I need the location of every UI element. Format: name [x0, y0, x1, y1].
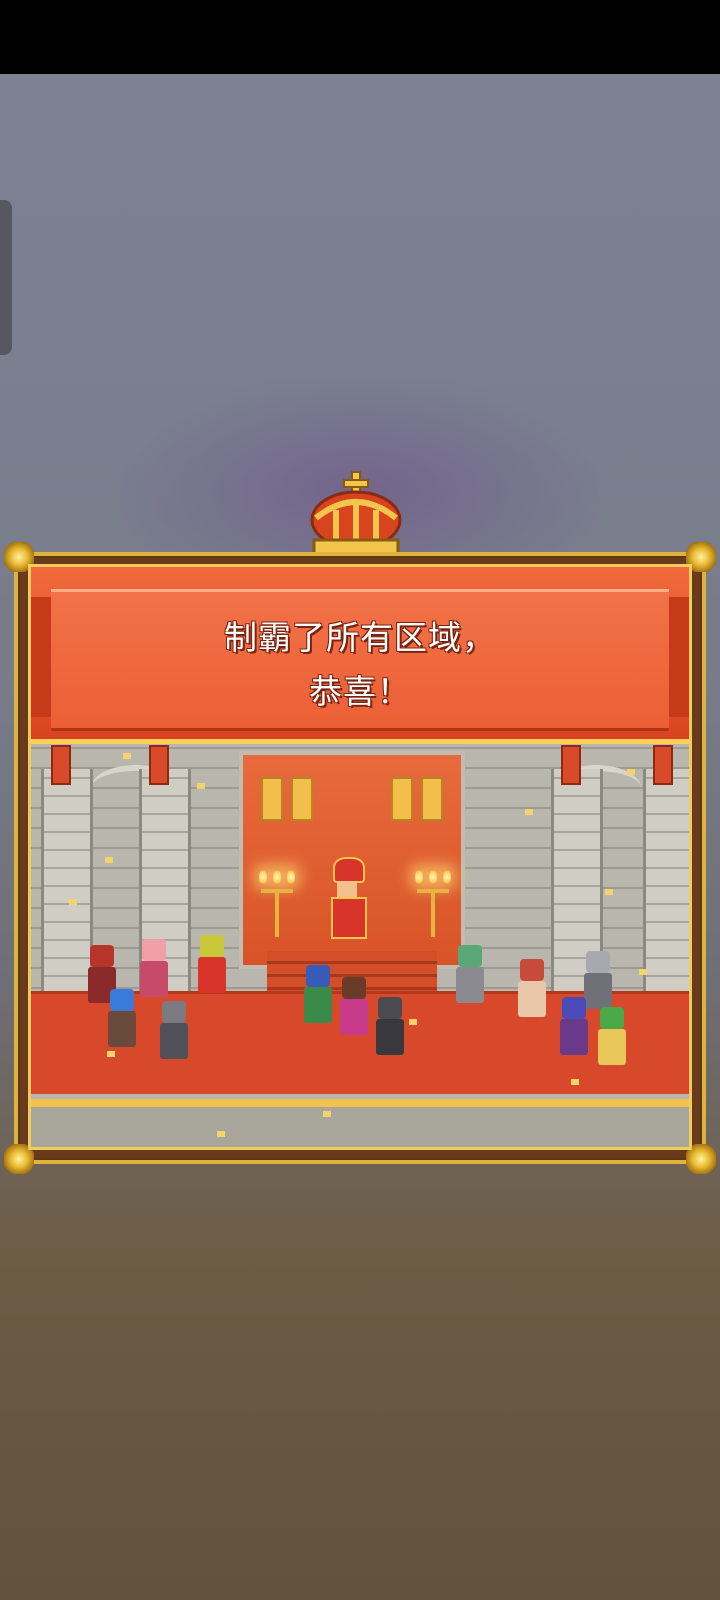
message-line-1: 制霸了所有区域，	[224, 618, 496, 657]
confetti	[605, 889, 613, 895]
red-flag	[653, 745, 673, 785]
confetti	[105, 857, 113, 863]
character-sprite	[299, 965, 337, 1027]
red-flag	[149, 745, 169, 785]
confetti	[197, 783, 205, 789]
character-sprite	[593, 1007, 631, 1069]
candelabra	[415, 869, 451, 939]
confetti	[217, 1131, 225, 1137]
confetti	[107, 1051, 115, 1057]
popup-inner: 制霸了所有区域， 恭喜！	[28, 564, 692, 1150]
gold-banner	[261, 777, 283, 821]
throne-room-scene	[31, 739, 689, 1147]
gold-banner	[391, 777, 413, 821]
conquest-popup[interactable]: 制霸了所有区域， 恭喜！	[4, 542, 716, 1174]
stone-pillar	[643, 769, 689, 1029]
stone-floor	[31, 1107, 689, 1147]
king-character	[327, 857, 367, 939]
character-sprite	[155, 1001, 193, 1063]
character-sprite	[193, 935, 231, 997]
confetti	[639, 969, 647, 975]
character-sprite	[371, 997, 409, 1059]
edge-gesture-handle[interactable]	[0, 200, 12, 355]
confetti	[627, 769, 635, 775]
character-sprite	[103, 989, 141, 1051]
character-sprite	[335, 977, 373, 1039]
message-banner: 制霸了所有区域， 恭喜！	[31, 567, 689, 744]
confetti	[571, 1079, 579, 1085]
congratulation-message: 制霸了所有区域， 恭喜！	[31, 611, 689, 719]
character-sprite	[451, 945, 489, 1007]
confetti	[123, 753, 131, 759]
status-bar	[0, 0, 720, 74]
character-sprite	[513, 959, 551, 1021]
background-bottom	[0, 1164, 720, 1600]
confetti	[69, 899, 77, 905]
crown-icon	[310, 471, 402, 556]
red-flag	[51, 745, 71, 785]
gold-banner	[421, 777, 443, 821]
confetti	[409, 1019, 417, 1025]
confetti	[525, 809, 533, 815]
gold-banner	[291, 777, 313, 821]
confetti	[323, 1111, 331, 1117]
carpet-trim	[31, 1099, 689, 1107]
red-flag	[561, 745, 581, 785]
character-sprite	[555, 997, 593, 1059]
message-line-2: 恭喜！	[309, 672, 411, 711]
candelabra	[259, 869, 295, 939]
